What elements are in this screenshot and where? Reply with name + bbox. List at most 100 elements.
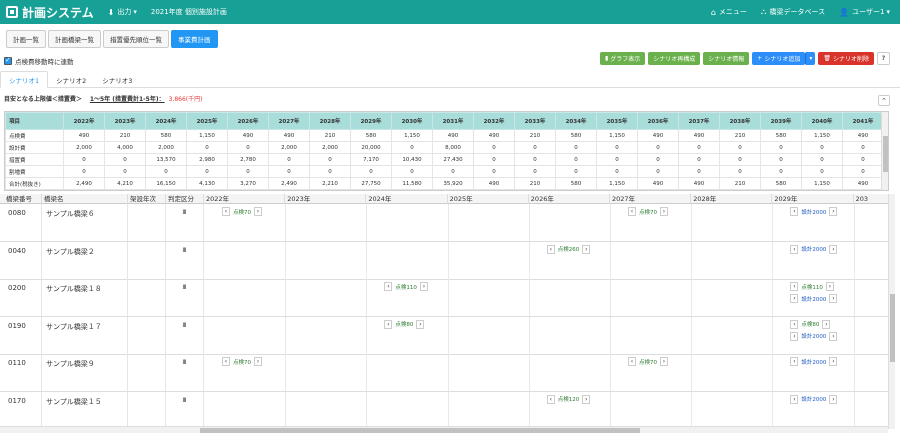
chevron-left-icon[interactable]: ‹ [222, 207, 230, 216]
table-row[interactable]: 0080 サンプル橋梁６ Ⅲ ‹ 点検70 › ‹ 点検70 › ‹ 設計2000 › [0, 204, 888, 242]
table-row[interactable]: 0170 サンプル橋梁１５ Ⅲ ‹ 点検120 › ‹ 設計2000 › [0, 391, 888, 430]
chevron-right-icon[interactable]: › [582, 394, 591, 404]
inspection-chip[interactable]: ‹ 点検260 › [546, 244, 591, 254]
chevron-right-icon[interactable]: › [829, 244, 838, 254]
summary-year-header: 2041年 [842, 112, 884, 130]
grid-scroll-thumb[interactable] [890, 294, 895, 362]
summary-scrollbar[interactable] [881, 112, 888, 190]
chevron-right-icon[interactable]: › [829, 294, 838, 303]
add-scenario-button[interactable]: + シナリオ追加 [752, 52, 806, 65]
output-menu[interactable]: ⬇ 出力 ▾ [108, 7, 137, 17]
collapse-button[interactable]: ⌃ [878, 95, 890, 106]
tab-scenario-1[interactable]: シナリオ1 [0, 71, 49, 88]
summary-cell: 4,000 [104, 141, 146, 154]
chevron-left-icon[interactable]: ‹ [790, 319, 799, 329]
table-row[interactable]: 0190 サンプル橋梁１７ Ⅲ ‹ 点検80 › ‹ 点検80 › ‹ 設計2000 › [0, 316, 888, 355]
chevron-left-icon[interactable]: ‹ [790, 357, 799, 366]
inspection-chip[interactable]: ‹ 点検70 › [222, 357, 262, 366]
bridge-db-link[interactable]: ⛬ 橋梁データベース [761, 7, 825, 17]
rebuild-scenario-button[interactable]: シナリオ再構成 [648, 52, 701, 65]
chevron-left-icon[interactable]: ‹ [790, 394, 799, 404]
chevron-right-icon[interactable]: › [829, 207, 838, 216]
menu-link[interactable]: ⌂ メニュー [711, 7, 747, 17]
chevron-left-icon[interactable]: ‹ [790, 207, 799, 216]
inspection-chip[interactable]: ‹ 点検70 › [628, 357, 668, 366]
chevron-left-icon[interactable]: ‹ [790, 282, 799, 291]
chevron-left-icon[interactable]: ‹ [384, 319, 393, 329]
user-menu[interactable]: 👤 ユーザー1 ▾ [839, 7, 890, 17]
chevron-right-icon[interactable]: › [829, 331, 838, 341]
chevron-left-icon[interactable]: ‹ [384, 282, 393, 291]
table-row[interactable]: 0040 サンプル橋梁２ Ⅲ ‹ 点検260 › ‹ 設計2000 › [0, 241, 888, 280]
chevron-left-icon[interactable]: ‹ [628, 207, 636, 216]
grid-header-built[interactable]: 架設年次 [128, 194, 166, 204]
chevron-right-icon[interactable]: › [825, 282, 834, 291]
summary-scroll-thumb[interactable] [883, 136, 888, 172]
inspection-chip[interactable]: ‹ 点検120 › [546, 394, 591, 404]
tab-scenario-2[interactable]: シナリオ2 [48, 71, 94, 88]
add-scenario-dropdown[interactable]: ▾ [805, 52, 816, 65]
table-row[interactable]: 0200 サンプル橋梁１８ Ⅲ ‹ 点検110 › ‹ 点検110 › ‹ 設計2000 › [0, 279, 888, 317]
chevron-left-icon[interactable]: ‹ [790, 294, 799, 303]
grid-year-header: 2023年 [285, 194, 367, 204]
inspection-chip[interactable]: ‹ 点検110 › [384, 282, 428, 291]
chevron-right-icon[interactable]: › [829, 357, 838, 366]
grid-header-id[interactable]: 橋梁番号 [4, 194, 42, 204]
help-button[interactable]: ? [877, 52, 890, 65]
user-label: ユーザー1 [852, 8, 885, 16]
year-divider [366, 241, 368, 279]
chevron-left-icon[interactable]: ‹ [790, 331, 799, 341]
chart-icon: ▮ [604, 55, 609, 62]
chevron-right-icon[interactable]: › [419, 282, 428, 291]
chevron-right-icon[interactable]: › [416, 319, 425, 329]
link-inspection-checkbox[interactable] [4, 56, 12, 65]
grid-header-judge[interactable]: 判定区分 [166, 194, 204, 204]
summary-cell: 1,150 [391, 129, 433, 142]
design-chip[interactable]: ‹ 設計2000 › [790, 294, 838, 303]
chevron-right-icon[interactable]: › [582, 244, 591, 254]
brand[interactable]: 計画システム [6, 4, 94, 21]
design-chip[interactable]: ‹ 設計2000 › [790, 394, 838, 404]
chevron-left-icon[interactable]: ‹ [546, 394, 555, 404]
tab-plan-list[interactable]: 計画一覧 [6, 30, 46, 48]
year-divider [610, 391, 611, 429]
inspection-chip[interactable]: ‹ 点検70 › [628, 207, 668, 216]
chevron-right-icon[interactable]: › [822, 319, 831, 329]
chevron-right-icon[interactable]: › [254, 357, 262, 366]
scenario-info-button[interactable]: シナリオ情報 [703, 52, 750, 65]
grid-header-name[interactable]: 橋梁名 [42, 194, 128, 204]
inspection-chip[interactable]: ‹ 点検110 › [790, 282, 834, 291]
inspection-chip[interactable]: ‹ 点検80 › [384, 319, 425, 329]
chevron-right-icon[interactable]: › [660, 357, 668, 366]
tab-priority-list[interactable]: 措置優先順位一覧 [103, 30, 169, 48]
table-row[interactable]: 0110 サンプル橋梁９ Ⅲ ‹ 点検70 › ‹ 点検70 › ‹ 設計2000 › [0, 354, 888, 392]
delete-scenario-button[interactable]: 🗑 シナリオ削除 [818, 52, 874, 65]
design-chip[interactable]: ‹ 設計2000 › [790, 244, 838, 254]
grid-vertical-scrollbar[interactable] [888, 194, 895, 429]
chevron-right-icon[interactable]: › [660, 207, 668, 216]
chevron-right-icon[interactable]: › [829, 394, 838, 404]
chevron-left-icon[interactable]: ‹ [628, 357, 636, 366]
inspection-chip[interactable]: ‹ 点検70 › [222, 207, 262, 216]
link-inspection-checkbox-row[interactable]: 点検費移動時に連動 [4, 56, 74, 66]
tab-plan-bridge-list[interactable]: 計画橋梁一覧 [48, 30, 101, 48]
chevron-left-icon[interactable]: ‹ [790, 244, 799, 254]
grid-hscroll-thumb[interactable] [200, 428, 640, 433]
graph-button[interactable]: ▮ グラフ表示 [599, 52, 646, 65]
design-chip[interactable]: ‹ 設計2000 › [790, 357, 838, 366]
grid-horizontal-scrollbar[interactable] [0, 426, 888, 433]
design-chip[interactable]: ‹ 設計2000 › [790, 207, 838, 216]
chevron-right-icon[interactable]: › [254, 207, 262, 216]
summary-row-label: 措置費 [5, 153, 64, 166]
summary-year-header: 2026年 [227, 112, 269, 130]
tab-budget-plan[interactable]: 事業費計画 [171, 30, 218, 48]
design-chip[interactable]: ‹ 設計2000 › [790, 331, 838, 341]
tab-scenario-3[interactable]: シナリオ3 [94, 71, 140, 88]
grid-year-header: 2022年 [204, 194, 286, 204]
chevron-left-icon[interactable]: ‹ [546, 244, 555, 254]
summary-cell: 0 [842, 141, 884, 154]
inspection-chip[interactable]: ‹ 点検80 › [790, 319, 831, 329]
scenario-tabs: シナリオ1 シナリオ2 シナリオ3 [0, 71, 900, 88]
year-divider [528, 354, 530, 391]
chevron-left-icon[interactable]: ‹ [222, 357, 230, 366]
